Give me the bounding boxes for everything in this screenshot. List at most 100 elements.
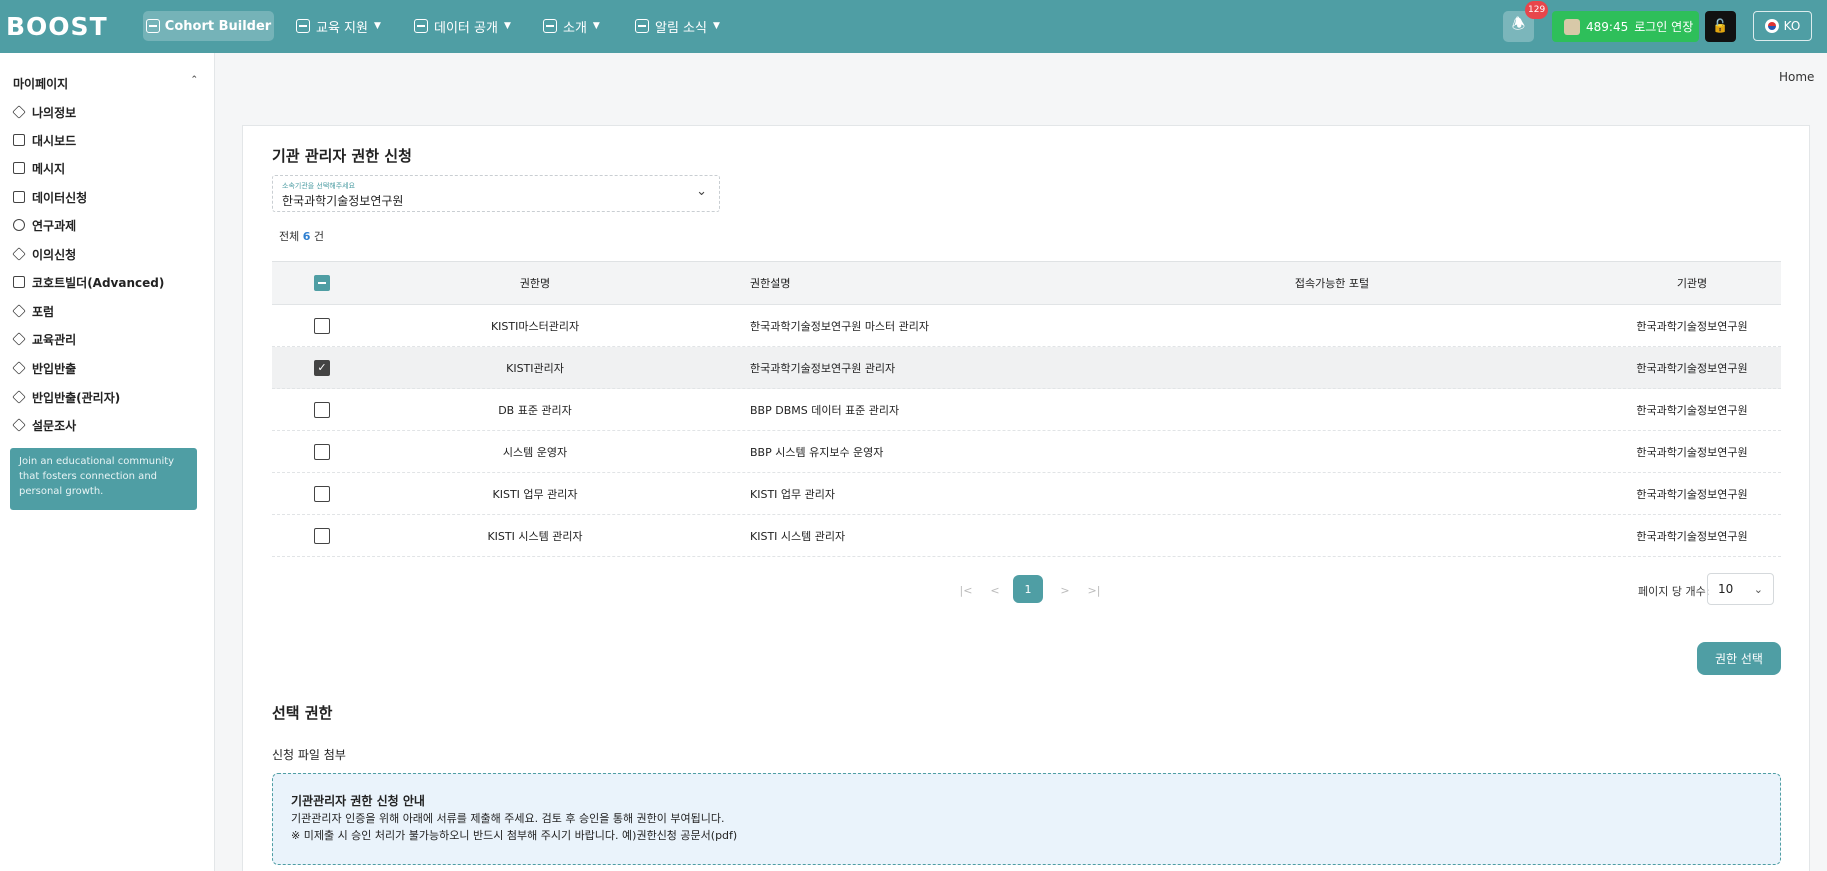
total-count: 전체 6 건 [279, 228, 324, 244]
permission-name: KISTI 시스템 관리자 [487, 529, 583, 543]
permission-name: KISTI관리자 [506, 361, 564, 375]
sidebar-item-research[interactable]: 연구과제 [13, 215, 76, 235]
sidebar-item-label: 데이터신청 [32, 190, 88, 205]
permission-org: 한국과학기술정보연구원 [1636, 361, 1748, 375]
unlock-icon: 🔓 [1712, 19, 1729, 34]
permission-table: 권한명 권한설명 접속가능한 포털 기관명 KISTI마스터관리자 한국과학기술… [272, 261, 1781, 557]
row-checkbox[interactable] [314, 485, 330, 502]
count-prefix: 전체 [279, 230, 300, 243]
notice-title: 기관관리자 권한 신청 안내 [291, 794, 425, 808]
nav-news[interactable]: 알림 소식 ▼ [635, 11, 720, 41]
table-row[interactable]: KISTI 시스템 관리자 KISTI 시스템 관리자 한국과학기술정보연구원 [272, 515, 1781, 557]
permission-org: 한국과학기술정보연구원 [1636, 445, 1748, 459]
per-page-select[interactable]: 10 ⌄ [1707, 573, 1774, 605]
select-all-checkbox-cell [314, 262, 330, 304]
table-row[interactable]: ✓ KISTI관리자 한국과학기술정보연구원 관리자 한국과학기술정보연구원 [272, 347, 1781, 389]
session-timer: 489:45 [1586, 19, 1629, 34]
sidebar-item-forum[interactable]: 포럼 [12, 301, 54, 321]
nav-education-support[interactable]: 교육 지원 ▼ [296, 11, 381, 41]
session-extend-label: 로그인 연장 [1634, 20, 1694, 34]
breadcrumb[interactable]: Home [1779, 70, 1814, 84]
trend-icon [635, 19, 649, 33]
row-checkbox-cell [314, 389, 330, 430]
next-page-icon[interactable]: > [1055, 578, 1075, 602]
session-extend-button[interactable]: 489:45 로그인 연장 [1552, 11, 1699, 42]
last-page-icon[interactable]: >| [1084, 578, 1104, 602]
cohort-builder-button[interactable]: Cohort Builder [143, 11, 274, 41]
count-value: 6 [302, 230, 311, 243]
permission-desc: 한국과학기술정보연구원 마스터 관리자 [750, 319, 930, 333]
education-icon [296, 19, 310, 33]
chevron-down-icon: ⌄ [1753, 582, 1763, 596]
first-page-icon[interactable]: |< [956, 578, 976, 602]
count-suffix: 건 [313, 230, 325, 243]
permission-desc: BBP 시스템 유지보수 운영자 [750, 445, 884, 459]
sidebar-item-dashboard[interactable]: 대시보드 [13, 130, 76, 150]
per-page-label: 페이지 당 개수: [1638, 585, 1710, 598]
table-row[interactable]: DB 표준 관리자 BBP DBMS 데이터 표준 관리자 한국과학기술정보연구… [272, 389, 1781, 431]
column-header-name: 권한명 [519, 277, 551, 290]
sidebar-item-label: 이의신청 [32, 247, 77, 262]
sidebar-item-cohort-advanced[interactable]: 코호트빌더(Advanced) [13, 272, 164, 292]
table-row[interactable]: KISTI 업무 관리자 KISTI 업무 관리자 한국과학기술정보연구원 [272, 473, 1781, 515]
sidebar-item-import-export-admin[interactable]: 반입반출(관리자) [12, 387, 120, 407]
chevron-down-icon: ⌄ [696, 184, 707, 199]
cohort-builder-label: Cohort Builder [164, 18, 272, 34]
row-checkbox[interactable] [314, 401, 330, 418]
permission-name: 시스템 운영자 [502, 445, 568, 459]
chevron-up-icon: ⌃ [190, 75, 198, 85]
sidebar: 마이페이지 ⌃ 나의정보 대시보드 메시지 데이터신청 연구과제 이의신청 코호… [0, 53, 215, 871]
select-all-checkbox[interactable] [314, 275, 330, 291]
per-page-value: 10 [1718, 582, 1734, 596]
permission-portal [1232, 389, 1432, 430]
chevron-down-icon: ▼ [712, 21, 720, 31]
sidebar-item-survey[interactable]: 설문조사 [12, 415, 76, 435]
permission-org: 한국과학기술정보연구원 [1636, 319, 1748, 333]
nav-data-open[interactable]: 데이터 공개 ▼ [414, 11, 511, 41]
layers-icon [12, 361, 26, 375]
sidebar-item-data-request[interactable]: 데이터신청 [13, 187, 87, 207]
boost-logo[interactable]: BOOST [6, 10, 108, 42]
permission-name: KISTI 업무 관리자 [492, 487, 578, 501]
nav-label: 데이터 공개 [434, 20, 498, 36]
row-checkbox-cell [314, 305, 330, 346]
file-drop-zone[interactable]: 기관관리자 권한 신청 안내 기관관리자 인증을 위해 아래에 서류를 제출해 … [272, 773, 1781, 865]
language-selector[interactable]: KO [1753, 11, 1812, 41]
table-row[interactable]: 시스템 운영자 BBP 시스템 유지보수 운영자 한국과학기술정보연구원 [272, 431, 1781, 473]
sidebar-item-education[interactable]: 교육관리 [12, 329, 76, 349]
chart-icon [543, 19, 557, 33]
chevron-down-icon: ▼ [373, 21, 381, 31]
row-checkbox[interactable] [314, 317, 330, 334]
user-avatar [1564, 18, 1580, 35]
select-permission-button[interactable]: 권한 선택 [1697, 642, 1781, 675]
sidebar-item-myinfo[interactable]: 나의정보 [12, 102, 76, 122]
prev-page-icon[interactable]: < [985, 578, 1005, 602]
column-header-portal: 접속가능한 포털 [1294, 277, 1370, 290]
layers-icon [12, 304, 26, 318]
sidebar-item-import-export[interactable]: 반입반출 [12, 358, 77, 378]
permission-desc: BBP DBMS 데이터 표준 관리자 [750, 403, 900, 417]
row-checkbox-cell: ✓ [314, 347, 330, 388]
sidebar-item-message[interactable]: 메시지 [13, 158, 65, 178]
language-label: KO [1783, 19, 1801, 33]
table-row[interactable]: KISTI마스터관리자 한국과학기술정보연구원 마스터 관리자 한국과학기술정보… [272, 305, 1781, 347]
row-checkbox-checked[interactable]: ✓ [314, 359, 330, 376]
row-checkbox[interactable] [314, 527, 330, 544]
page-button-current[interactable]: 1 [1013, 575, 1043, 603]
chevron-down-icon: ▼ [592, 21, 600, 31]
organization-select[interactable]: 소속기관을 선택해주세요 한국과학기술정보연구원 ⌄ [272, 175, 720, 212]
sidebar-section-mypage[interactable]: 마이페이지 ⌃ [13, 75, 198, 92]
sidebar-title: 마이페이지 [13, 77, 69, 91]
column-header-desc: 권한설명 [750, 277, 791, 290]
organization-select-value: 한국과학기술정보연구원 [282, 194, 404, 208]
sidebar-item-objection[interactable]: 이의신청 [12, 244, 77, 264]
sidebar-item-label: 코호트빌더(Advanced) [32, 275, 165, 290]
sidebar-item-label: 반입반출 [32, 361, 77, 376]
row-checkbox-cell [314, 515, 330, 556]
logout-button[interactable]: 🔓 [1705, 11, 1736, 42]
sidebar-item-label: 대시보드 [32, 133, 77, 148]
layers-icon [12, 247, 26, 261]
row-checkbox[interactable] [314, 443, 330, 460]
nav-about[interactable]: 소개 ▼ [543, 11, 600, 41]
layers-icon [12, 390, 26, 404]
